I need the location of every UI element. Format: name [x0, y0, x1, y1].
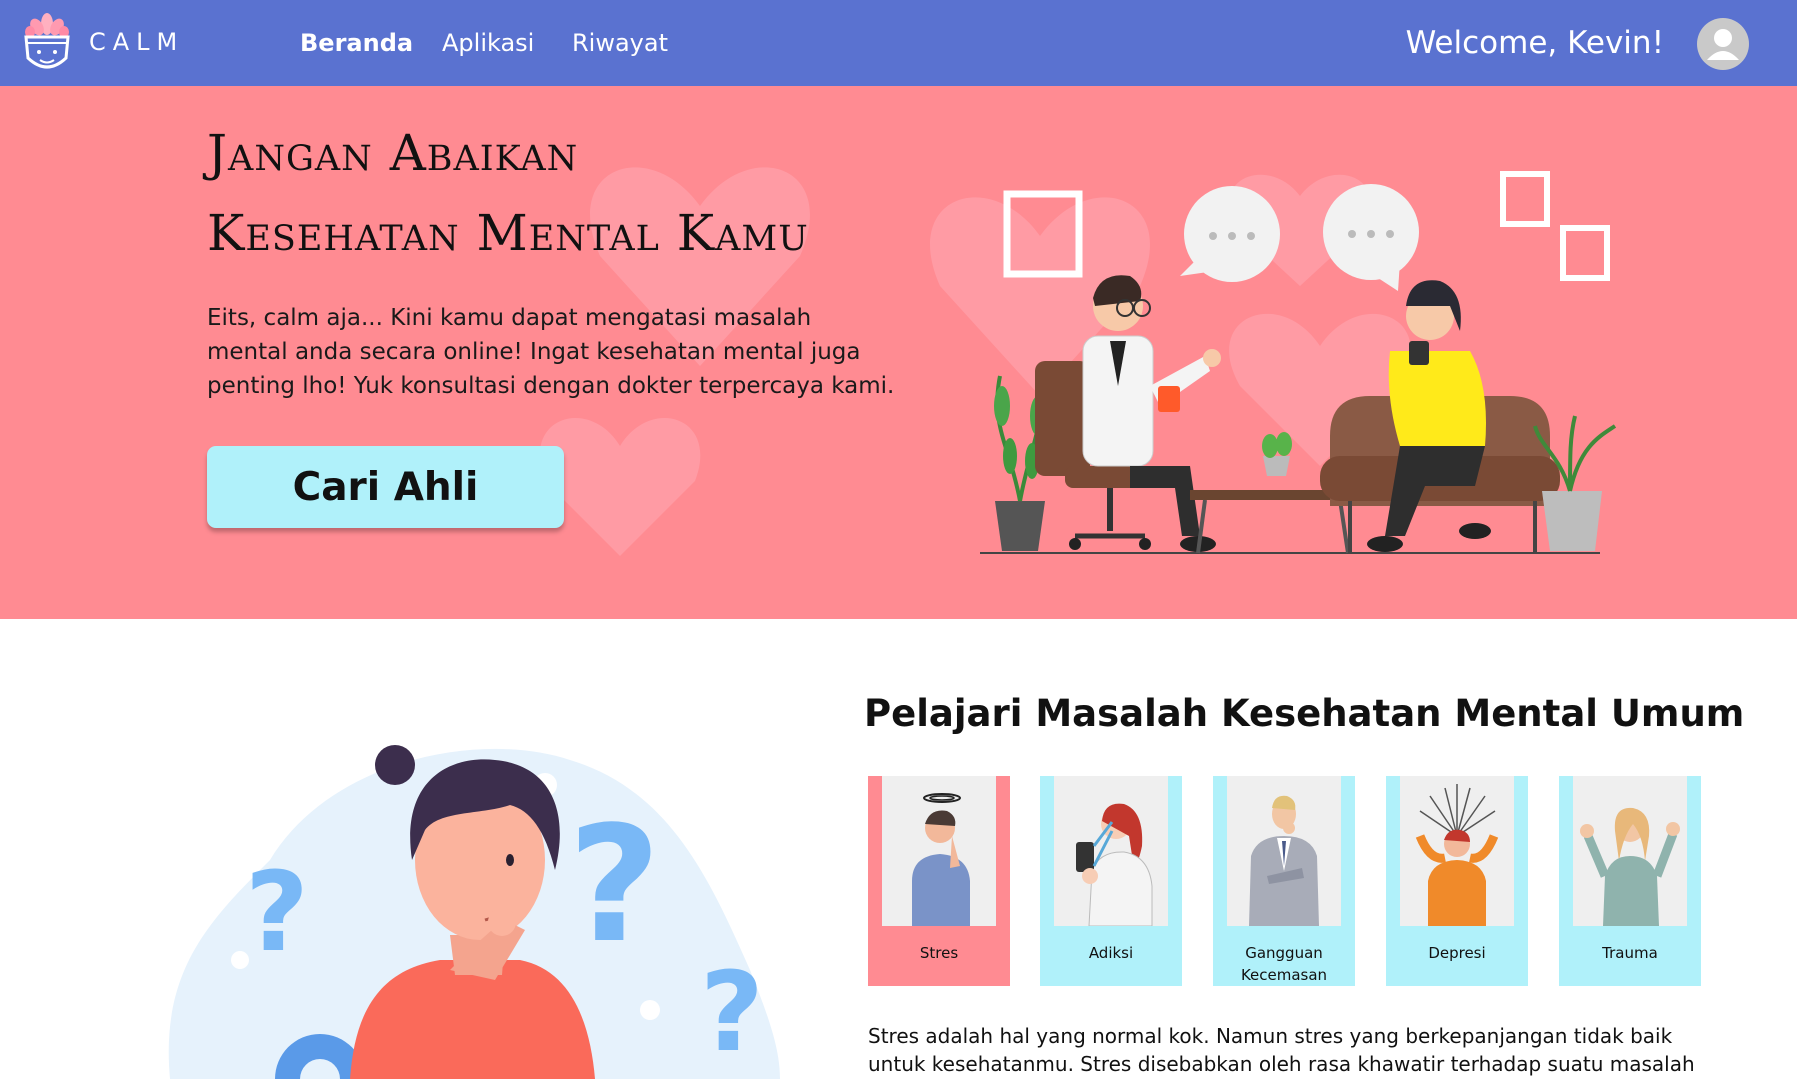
- hero-description: Eits, calm aja... Kini kamu dapat mengat…: [207, 305, 895, 399]
- trauma-person-icon: [1573, 776, 1687, 926]
- hero-title-line1: Jangan Abaikan: [207, 124, 579, 182]
- navbar: CALM Beranda Aplikasi Riwayat Welcome, K…: [0, 0, 1797, 86]
- nav-link-aplikasi[interactable]: Aplikasi: [442, 29, 534, 57]
- svg-text:?: ?: [245, 848, 309, 976]
- svg-text:?: ?: [568, 791, 661, 978]
- card-trauma[interactable]: Trauma: [1559, 776, 1701, 986]
- card-gangguan-kecemasan[interactable]: Gangguan Kecemasan: [1213, 776, 1355, 986]
- card-label-depresi: Depresi: [1428, 944, 1486, 962]
- hero-section: Jangan Abaikan Kesehatan Mental Kamu Eit…: [0, 86, 1797, 619]
- doctor-consultation-illustration: [980, 171, 1617, 554]
- card-adiksi[interactable]: Adiksi: [1040, 776, 1182, 986]
- phone-addiction-icon: [1054, 776, 1168, 926]
- svg-text:?: ?: [700, 948, 764, 1076]
- calm-logo-icon[interactable]: [22, 10, 72, 76]
- section-title: Pelajari Masalah Kesehatan Mental Umum: [864, 692, 1745, 735]
- thinking-woman-illustration: ? ? ?: [168, 745, 780, 1079]
- cari-ahli-button[interactable]: Cari Ahli: [207, 446, 564, 528]
- anxious-man-icon: [1227, 776, 1341, 926]
- hero-title-line2: Kesehatan Mental Kamu: [207, 204, 809, 262]
- nav-link-beranda[interactable]: Beranda: [300, 29, 413, 57]
- card-label-trauma: Trauma: [1602, 944, 1658, 962]
- card-label-gangguan-kecemasan: Gangguan Kecemasan: [1240, 944, 1328, 984]
- card-label-stres: Stres: [919, 944, 959, 962]
- condition-description: Stres adalah hal yang normal kok. Namun …: [868, 1024, 1695, 1076]
- user-icon[interactable]: [1697, 18, 1749, 70]
- card-depresi[interactable]: Depresi: [1386, 776, 1528, 986]
- brand-name: CALM: [89, 28, 185, 56]
- card-label-adiksi: Adiksi: [1088, 944, 1134, 962]
- nav-link-riwayat[interactable]: Riwayat: [572, 29, 668, 57]
- card-stres[interactable]: Stres: [868, 776, 1010, 986]
- condition-cards: Stres Adiksi Gangguan Kecemasan Depresi …: [868, 776, 1703, 986]
- stress-person-icon: [882, 776, 996, 926]
- depressed-person-icon: [1400, 776, 1514, 926]
- welcome-text: Welcome, Kevin!: [1405, 25, 1664, 61]
